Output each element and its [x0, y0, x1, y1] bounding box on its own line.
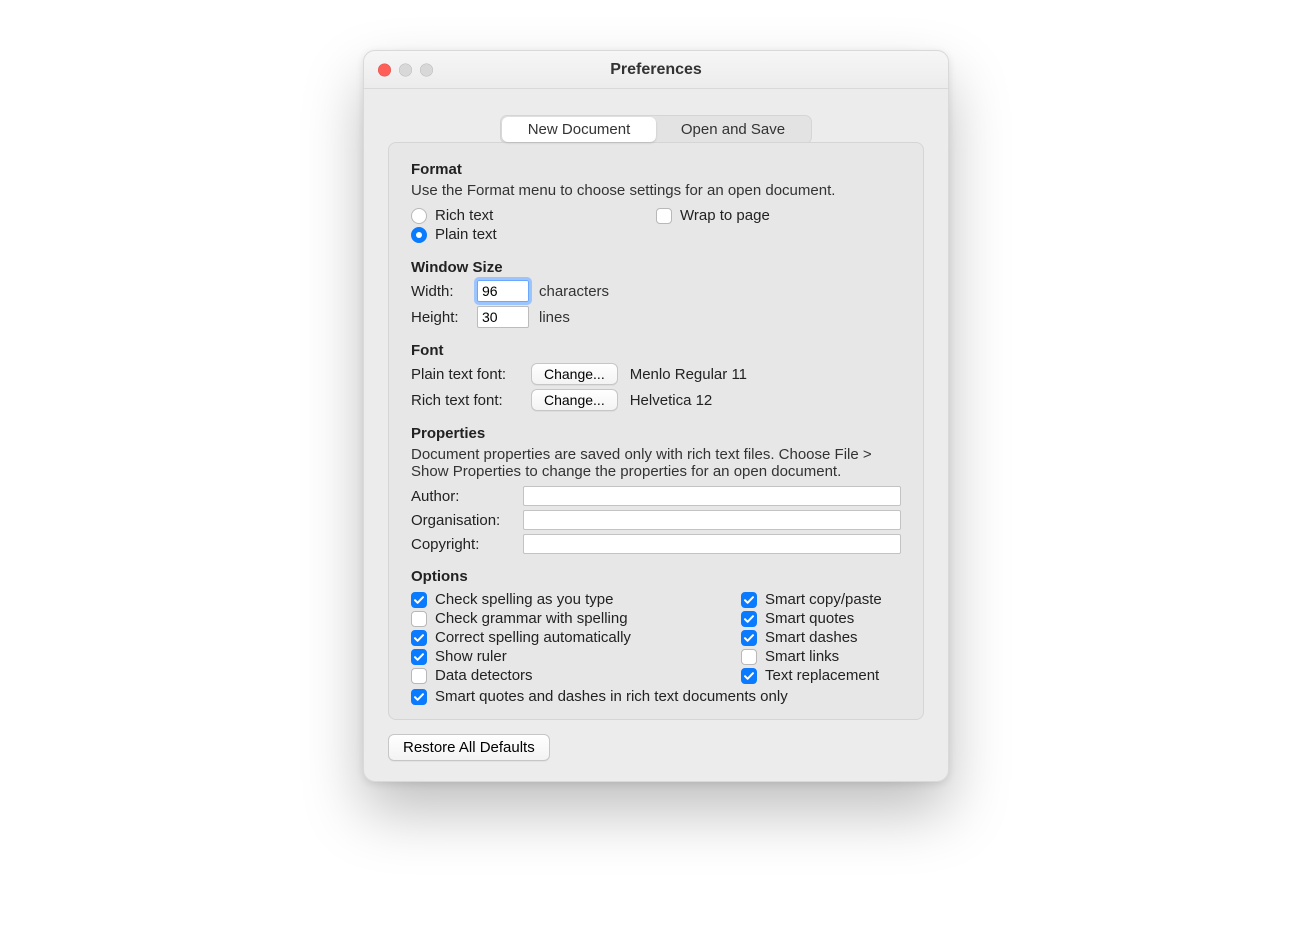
- checkbox-correct-spelling[interactable]: Correct spelling automatically: [411, 629, 731, 646]
- checkbox-label: Check grammar with spelling: [435, 610, 628, 627]
- checkbox-smart-quotes[interactable]: Smart quotes: [741, 610, 901, 627]
- window-controls: [378, 63, 433, 76]
- checkbox-icon: [411, 649, 427, 665]
- plain-font-value: Menlo Regular 11: [630, 366, 747, 383]
- plain-font-label: Plain text font:: [411, 366, 519, 383]
- radio-rich-text[interactable]: Rich text: [411, 207, 656, 224]
- minimize-icon[interactable]: [399, 63, 412, 76]
- titlebar: Preferences: [364, 51, 948, 89]
- checkbox-smart-links[interactable]: Smart links: [741, 648, 901, 665]
- width-unit: characters: [539, 283, 609, 300]
- tab-bar: New Document Open and Save: [500, 115, 812, 144]
- checkbox-label: Smart copy/paste: [765, 591, 882, 608]
- radio-icon: [411, 227, 427, 243]
- checkbox-text-replacement[interactable]: Text replacement: [741, 667, 901, 684]
- window-title: Preferences: [364, 61, 948, 79]
- properties-help: Document properties are saved only with …: [411, 446, 901, 480]
- checkbox-label: Smart dashes: [765, 629, 858, 646]
- checkbox-label: Check spelling as you type: [435, 591, 613, 608]
- checkbox-icon: [741, 668, 757, 684]
- checkbox-smart-dashes[interactable]: Smart dashes: [741, 629, 901, 646]
- checkbox-label: Smart quotes and dashes in rich text doc…: [435, 688, 788, 705]
- checkbox-icon: [741, 630, 757, 646]
- checkbox-icon: [411, 611, 427, 627]
- checkbox-data-detectors[interactable]: Data detectors: [411, 667, 731, 684]
- checkbox-label: Data detectors: [435, 667, 533, 684]
- checkbox-smart-copy-paste[interactable]: Smart copy/paste: [741, 591, 901, 608]
- checkbox-label: Wrap to page: [680, 207, 770, 224]
- checkbox-check-grammar[interactable]: Check grammar with spelling: [411, 610, 731, 627]
- width-input[interactable]: [477, 280, 529, 302]
- checkbox-icon: [656, 208, 672, 224]
- checkbox-label: Correct spelling automatically: [435, 629, 631, 646]
- copyright-input[interactable]: [523, 534, 901, 554]
- properties-heading: Properties: [411, 425, 901, 442]
- change-rich-font-button[interactable]: Change...: [531, 389, 618, 411]
- checkbox-smart-rich-only[interactable]: Smart quotes and dashes in rich text doc…: [411, 688, 901, 705]
- checkbox-icon: [741, 611, 757, 627]
- rich-font-label: Rich text font:: [411, 392, 519, 409]
- height-label: Height:: [411, 309, 467, 326]
- radio-plain-text[interactable]: Plain text: [411, 226, 656, 243]
- options-heading: Options: [411, 568, 901, 585]
- font-heading: Font: [411, 342, 901, 359]
- zoom-icon[interactable]: [420, 63, 433, 76]
- window-size-heading: Window Size: [411, 259, 901, 276]
- tab-open-and-save[interactable]: Open and Save: [656, 117, 810, 142]
- tab-new-document[interactable]: New Document: [502, 117, 656, 142]
- organisation-input[interactable]: [523, 510, 901, 530]
- rich-font-value: Helvetica 12: [630, 392, 713, 409]
- checkbox-show-ruler[interactable]: Show ruler: [411, 648, 731, 665]
- radio-icon: [411, 208, 427, 224]
- checkbox-label: Smart quotes: [765, 610, 854, 627]
- checkbox-label: Text replacement: [765, 667, 879, 684]
- format-heading: Format: [411, 161, 901, 178]
- restore-defaults-button[interactable]: Restore All Defaults: [388, 734, 550, 761]
- author-label: Author:: [411, 488, 511, 505]
- checkbox-check-spelling[interactable]: Check spelling as you type: [411, 591, 731, 608]
- checkbox-icon: [411, 592, 427, 608]
- height-unit: lines: [539, 309, 570, 326]
- checkbox-icon: [411, 630, 427, 646]
- format-help: Use the Format menu to choose settings f…: [411, 182, 901, 199]
- checkbox-wrap-to-page[interactable]: Wrap to page: [656, 207, 901, 224]
- checkbox-label: Show ruler: [435, 648, 507, 665]
- checkbox-icon: [411, 668, 427, 684]
- window-body: New Document Open and Save Format Use th…: [364, 89, 948, 781]
- checkbox-icon: [411, 689, 427, 705]
- radio-label: Rich text: [435, 207, 493, 224]
- checkbox-icon: [741, 649, 757, 665]
- organisation-label: Organisation:: [411, 512, 511, 529]
- height-input[interactable]: [477, 306, 529, 328]
- width-label: Width:: [411, 283, 467, 300]
- copyright-label: Copyright:: [411, 536, 511, 553]
- checkbox-label: Smart links: [765, 648, 839, 665]
- preferences-panel: Format Use the Format menu to choose set…: [388, 142, 924, 720]
- change-plain-font-button[interactable]: Change...: [531, 363, 618, 385]
- close-icon[interactable]: [378, 63, 391, 76]
- radio-label: Plain text: [435, 226, 497, 243]
- preferences-window: Preferences New Document Open and Save F…: [363, 50, 949, 782]
- checkbox-icon: [741, 592, 757, 608]
- author-input[interactable]: [523, 486, 901, 506]
